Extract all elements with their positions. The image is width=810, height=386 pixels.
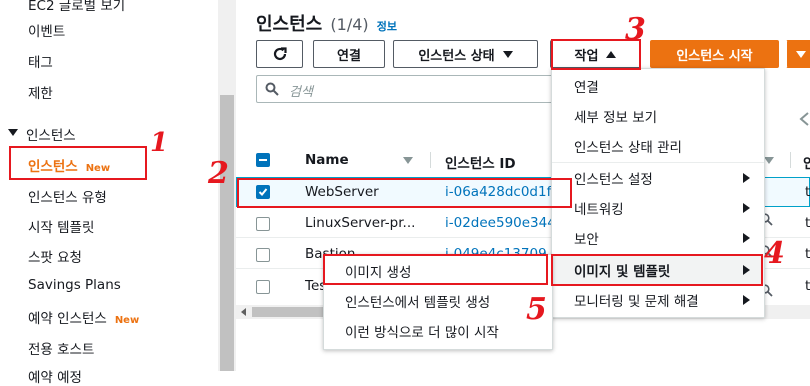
row-checkbox[interactable] <box>256 217 270 231</box>
row-instance-id-link[interactable]: i-06a428dc0d1f <box>445 184 551 200</box>
menu-item-create-image[interactable]: 이미지 생성 <box>324 256 552 286</box>
caret-down-icon <box>8 129 18 136</box>
sidebar-item-instance-types[interactable]: 인스턴스 유형 <box>28 186 107 206</box>
launch-instance-button[interactable]: 인스턴스 시작 <box>650 40 779 68</box>
info-link[interactable]: 정보 <box>377 20 397 33</box>
sidebar-item-scheduled[interactable]: 예약 예정 <box>28 366 82 386</box>
sidebar: EC2 글로벌 보기 이벤트 태그 제한 인스턴스 인스턴스 New 인스턴스 유… <box>0 0 218 386</box>
row-name: LinuxServer-pr... <box>305 215 416 231</box>
row-checkbox[interactable] <box>256 280 270 294</box>
menu-item-monitoring[interactable]: 모니터링 및 문제 해결 <box>552 285 764 315</box>
column-divider <box>790 152 791 168</box>
caret-down-icon <box>796 50 806 58</box>
menu-item-networking[interactable]: 네트워킹 <box>552 193 764 223</box>
sidebar-item-events[interactable]: 이벤트 <box>28 20 65 40</box>
page-title: 인스턴스 <box>256 14 323 35</box>
sidebar-item-tags[interactable]: 태그 <box>28 51 53 71</box>
column-header-name[interactable]: Name <box>305 152 349 168</box>
sort-icon[interactable] <box>403 157 413 164</box>
row-name: WebServer <box>305 184 379 200</box>
row-col3: t <box>805 184 810 200</box>
annotation-number: 5 <box>526 292 547 327</box>
sidebar-item-limits[interactable]: 제한 <box>28 82 53 102</box>
refresh-button[interactable] <box>256 40 303 68</box>
search-icon <box>265 82 279 96</box>
menu-item-create-template[interactable]: 인스턴스에서 템플릿 생성 <box>324 286 552 316</box>
submenu-arrow-icon <box>743 203 750 213</box>
caret-up-icon <box>606 50 617 58</box>
sidebar-item-launch-templates[interactable]: 시작 템플릿 <box>28 216 94 236</box>
sidebar-scrollbar-thumb[interactable] <box>220 95 234 371</box>
sidebar-item-label: 예약 인스턴스 <box>28 311 107 327</box>
sidebar-item-ec2-global-view[interactable]: EC2 글로벌 보기 <box>28 0 125 14</box>
column-header-instance-id[interactable]: 인스턴스 ID <box>445 152 516 172</box>
menu-item-security[interactable]: 보안 <box>552 223 764 253</box>
page-header: 인스턴스 (1/4) 정보 <box>256 10 397 36</box>
menu-item-launch-more-like-this[interactable]: 이런 방식으로 더 많이 시작 <box>324 316 552 346</box>
row-col3: t <box>805 215 810 231</box>
connect-label: 연결 <box>337 48 361 64</box>
launch-instance-dropdown[interactable] <box>786 40 810 68</box>
scroll-left-icon[interactable] <box>241 308 246 316</box>
submenu-arrow-icon <box>743 295 750 305</box>
indeterminate-icon <box>259 159 267 161</box>
menu-item-instance-settings[interactable]: 인스턴스 설정 <box>552 163 764 193</box>
submenu-arrow-icon <box>743 265 750 275</box>
refresh-icon <box>273 47 287 61</box>
column-header-col3[interactable]: 인 <box>803 152 810 172</box>
row-col3: t <box>805 278 810 294</box>
sidebar-item-reserved-instances[interactable]: 예약 인스턴스 New <box>28 307 139 327</box>
instance-state-button[interactable]: 인스턴스 상태 <box>393 40 538 68</box>
instance-count: (1/4) <box>330 15 369 34</box>
annotation-number: 3 <box>625 12 646 47</box>
row-col3: t <box>805 246 810 262</box>
search-input[interactable]: 검색 <box>256 75 556 103</box>
row-checkbox[interactable] <box>256 185 270 199</box>
caret-down-icon <box>502 50 513 58</box>
new-badge: New <box>85 163 111 174</box>
sidebar-item-instances[interactable]: 인스턴스 New <box>28 155 110 175</box>
chevron-left-icon[interactable] <box>798 112 810 126</box>
row-instance-id-link[interactable]: i-02dee590e344 <box>445 215 556 231</box>
image-templates-submenu: 이미지 생성 인스턴스에서 템플릿 생성 이런 방식으로 더 많이 시작 <box>323 254 553 350</box>
column-divider <box>430 152 431 168</box>
connect-button[interactable]: 연결 <box>313 40 385 68</box>
checkmark-icon <box>258 188 268 196</box>
actions-menu: 연결 세부 정보 보기 인스턴스 상태 관리 인스턴스 설정 네트워킹 보안 이… <box>551 68 765 318</box>
sidebar-item-label: 인스턴스 <box>28 159 78 175</box>
sort-icon[interactable] <box>764 157 774 164</box>
annotation-number: 2 <box>208 156 229 191</box>
sidebar-item-spot-requests[interactable]: 스팟 요청 <box>28 246 82 266</box>
select-all-checkbox[interactable] <box>256 153 270 167</box>
row-checkbox[interactable] <box>256 248 270 262</box>
menu-item-connect[interactable]: 연결 <box>552 71 764 101</box>
annotation-number: 1 <box>150 128 169 158</box>
launch-instance-label: 인스턴스 시작 <box>676 48 753 64</box>
annotation-number: 4 <box>764 236 785 271</box>
menu-item-image-templates[interactable]: 이미지 및 템플릿 <box>552 255 764 285</box>
new-badge: New <box>114 315 140 326</box>
search-placeholder: 검색 <box>289 85 313 100</box>
sidebar-item-dedicated-hosts[interactable]: 전용 호스트 <box>28 338 94 358</box>
sidebar-item-savings-plans[interactable]: Savings Plans <box>28 277 121 293</box>
instance-state-label: 인스턴스 상태 <box>418 48 495 64</box>
sidebar-section-title: 인스턴스 <box>26 128 76 144</box>
submenu-arrow-icon <box>743 173 750 183</box>
menu-item-manage-state[interactable]: 인스턴스 상태 관리 <box>552 131 764 161</box>
actions-label: 작업 <box>574 48 599 64</box>
menu-item-view-details[interactable]: 세부 정보 보기 <box>552 101 764 131</box>
sidebar-section-instances[interactable]: 인스턴스 <box>8 124 76 144</box>
submenu-arrow-icon <box>743 233 750 243</box>
